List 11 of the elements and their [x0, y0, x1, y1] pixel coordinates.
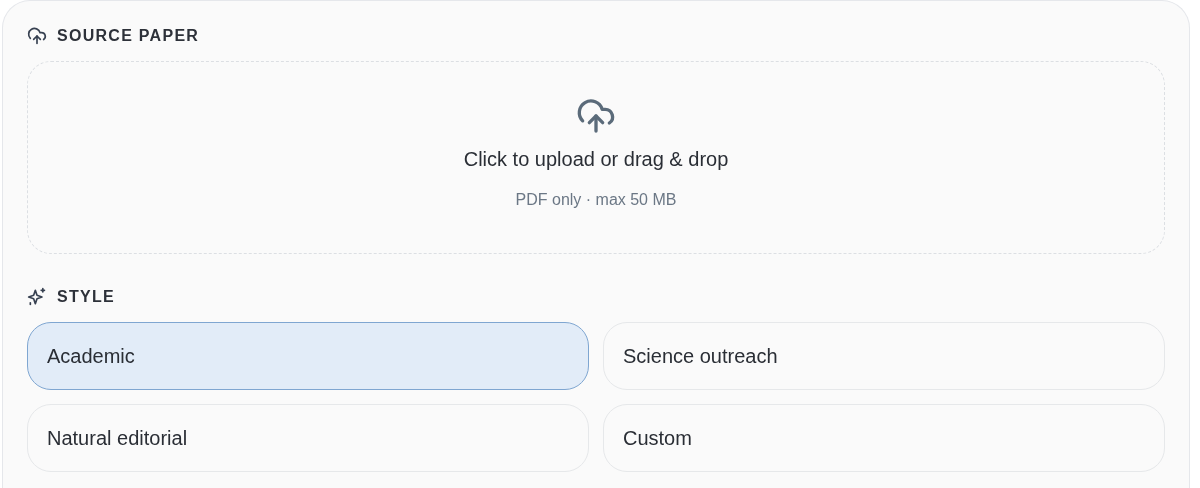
style-option[interactable]: Custom: [603, 404, 1165, 472]
style-option[interactable]: Science outreach: [603, 322, 1165, 390]
section-heading: STYLE: [57, 287, 115, 307]
style-option[interactable]: Academic: [27, 322, 589, 390]
sparkle-icon: [27, 287, 47, 307]
upload-title: Click to upload or drag & drop: [463, 146, 729, 172]
upload-hint: PDF only · max 50 MB: [515, 189, 677, 210]
cloud-upload-icon: [27, 26, 47, 46]
upload-dropzone[interactable]: Click to upload or drag & drop PDF only · max 50 MB: [27, 61, 1165, 254]
style-option[interactable]: Natural editorial: [27, 404, 589, 472]
section-heading: SOURCE PAPER: [57, 26, 200, 46]
